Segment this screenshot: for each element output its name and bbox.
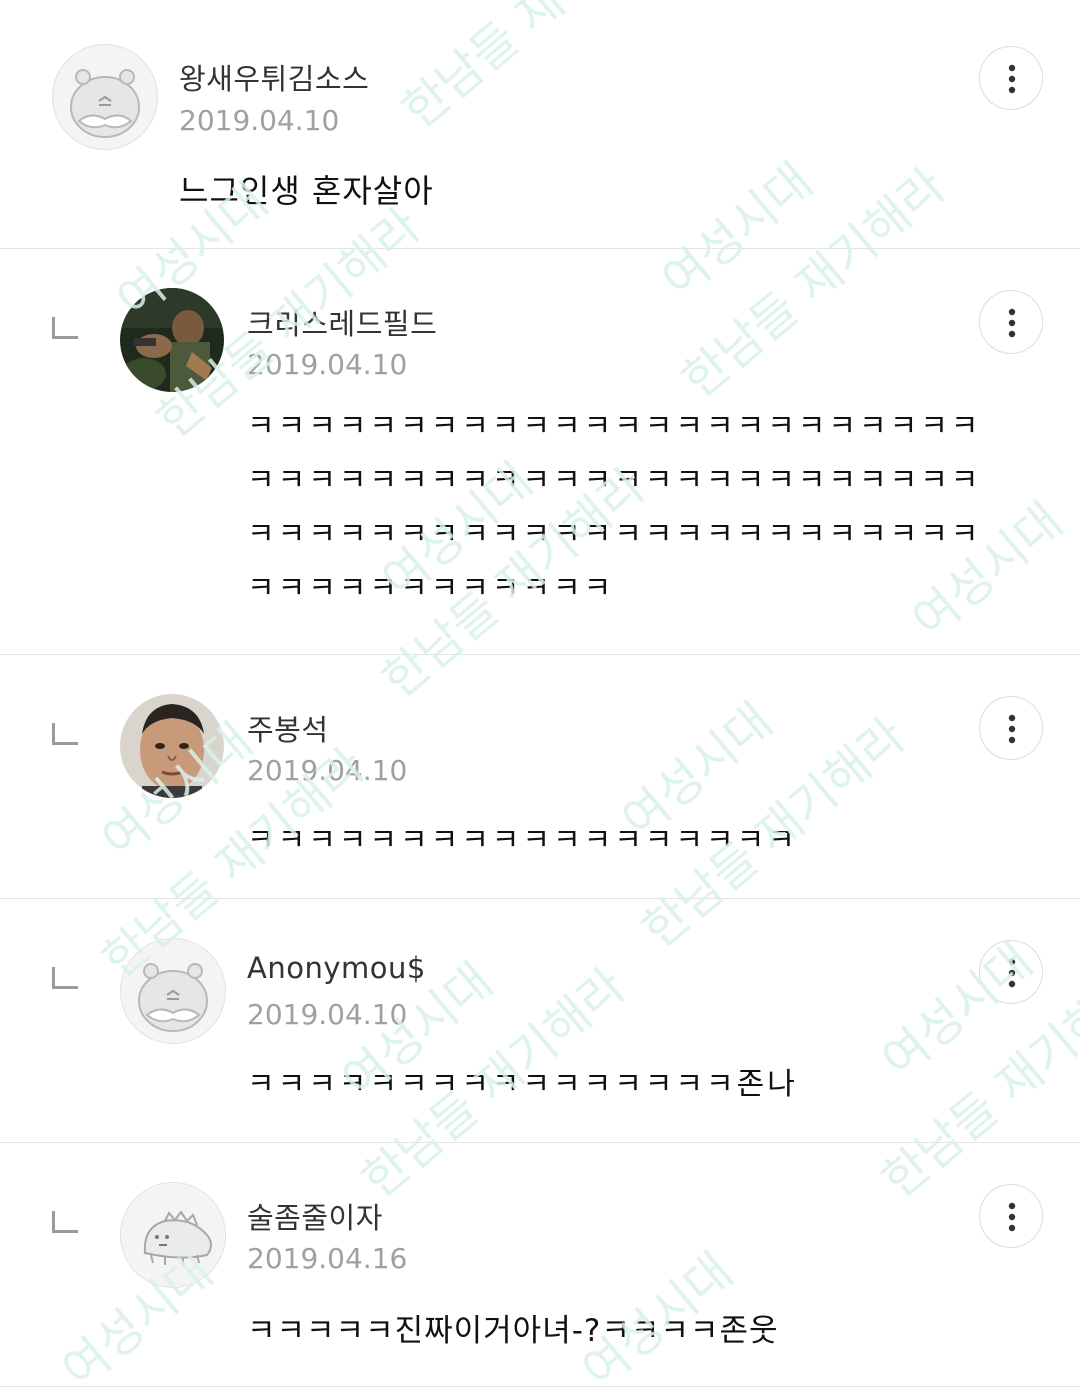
more-options-button[interactable]	[979, 290, 1043, 354]
comment-author[interactable]: Anonymou$	[247, 951, 426, 985]
reply-corner-icon	[52, 1211, 78, 1233]
avatar[interactable]	[120, 938, 226, 1044]
comment-date: 2019.04.10	[247, 998, 408, 1031]
comment-date: 2019.04.10	[247, 754, 408, 787]
more-vertical-icon	[1008, 714, 1016, 744]
more-vertical-icon	[1008, 308, 1016, 338]
avatar[interactable]	[120, 288, 224, 392]
hamster-icon	[121, 939, 225, 1043]
comment-author[interactable]: 주봉석	[247, 707, 329, 749]
comment-body: 느그인생 혼자살아	[179, 172, 434, 210]
divider	[0, 1386, 1080, 1387]
more-options-button[interactable]	[979, 1184, 1043, 1248]
comment-date: 2019.04.10	[179, 104, 340, 137]
more-vertical-icon	[1008, 64, 1016, 94]
comment-body-line: ㅋㅋㅋㅋㅋㅋㅋㅋㅋㅋㅋㅋㅋㅋㅋㅋㅋㅋㅋㅋㅋㅋㅋㅋ	[247, 463, 982, 498]
avatar[interactable]	[120, 694, 224, 798]
reply-item: 크리스레드필드 2019.04.10 ㅋㅋㅋㅋㅋㅋㅋㅋㅋㅋㅋㅋㅋㅋㅋㅋㅋㅋㅋㅋㅋ…	[0, 249, 1080, 654]
more-options-button[interactable]	[979, 696, 1043, 760]
comment-body: ㅋㅋㅋㅋㅋㅋㅋㅋㅋㅋㅋㅋㅋㅋㅋㅋ존나	[247, 1067, 798, 1102]
comment-body: ㅋㅋㅋㅋㅋㅋㅋㅋㅋㅋㅋㅋㅋㅋㅋㅋㅋㅋ	[247, 823, 798, 858]
comment-body-line: ㅋㅋㅋㅋㅋㅋㅋㅋㅋㅋㅋㅋㅋㅋㅋㅋㅋㅋㅋㅋㅋㅋㅋㅋ	[247, 517, 982, 552]
comment-body-line: ㅋㅋㅋㅋㅋㅋㅋㅋㅋㅋㅋㅋ	[247, 571, 615, 606]
avatar[interactable]	[52, 44, 158, 150]
reply-corner-icon	[52, 723, 78, 745]
comment-body: ㅋㅋㅋㅋㅋ진짜이거아녀-?ㅋㅋㅋㅋ존웃	[247, 1313, 779, 1349]
comment-body-line: ㅋㅋㅋㅋㅋㅋㅋㅋㅋㅋㅋㅋㅋㅋㅋㅋㅋㅋㅋㅋㅋㅋㅋㅋ	[247, 409, 982, 444]
comment-list: 왕새우튀김소스 2019.04.10 느그인생 혼자살아 크리스레드필드 201…	[0, 0, 1080, 1399]
more-options-button[interactable]	[979, 940, 1043, 1004]
reply-corner-icon	[52, 967, 78, 989]
comment-item: 왕새우튀김소스 2019.04.10 느그인생 혼자살아	[0, 0, 1080, 248]
avatar[interactable]	[120, 1182, 226, 1288]
comment-date: 2019.04.10	[247, 348, 408, 381]
comment-author[interactable]: 크리스레드필드	[247, 301, 437, 343]
dinosaur-icon	[121, 1183, 225, 1287]
man-face-image	[120, 694, 224, 798]
more-options-button[interactable]	[979, 46, 1043, 110]
reply-item: 주봉석 2019.04.10 ㅋㅋㅋㅋㅋㅋㅋㅋㅋㅋㅋㅋㅋㅋㅋㅋㅋㅋ	[0, 655, 1080, 898]
comment-author[interactable]: 왕새우튀김소스	[179, 56, 369, 98]
comment-date: 2019.04.16	[247, 1242, 408, 1275]
reply-item: Anonymou$ 2019.04.10 ㅋㅋㅋㅋㅋㅋㅋㅋㅋㅋㅋㅋㅋㅋㅋㅋ존나	[0, 899, 1080, 1142]
reply-corner-icon	[52, 317, 78, 339]
more-vertical-icon	[1008, 1202, 1016, 1232]
comment-body: ㅋㅋㅋㅋㅋㅋㅋㅋㅋㅋㅋㅋㅋㅋㅋㅋㅋㅋㅋㅋㅋㅋㅋㅋ ㅋㅋㅋㅋㅋㅋㅋㅋㅋㅋㅋㅋㅋㅋㅋ…	[247, 400, 981, 616]
reply-item: 술좀줄이자 2019.04.16 ㅋㅋㅋㅋㅋ진짜이거아녀-?ㅋㅋㅋㅋ존웃	[0, 1143, 1080, 1386]
hamster-icon	[53, 45, 157, 149]
comment-author[interactable]: 술좀줄이자	[247, 1195, 383, 1237]
game-character-image	[120, 288, 224, 392]
more-vertical-icon	[1008, 958, 1016, 988]
